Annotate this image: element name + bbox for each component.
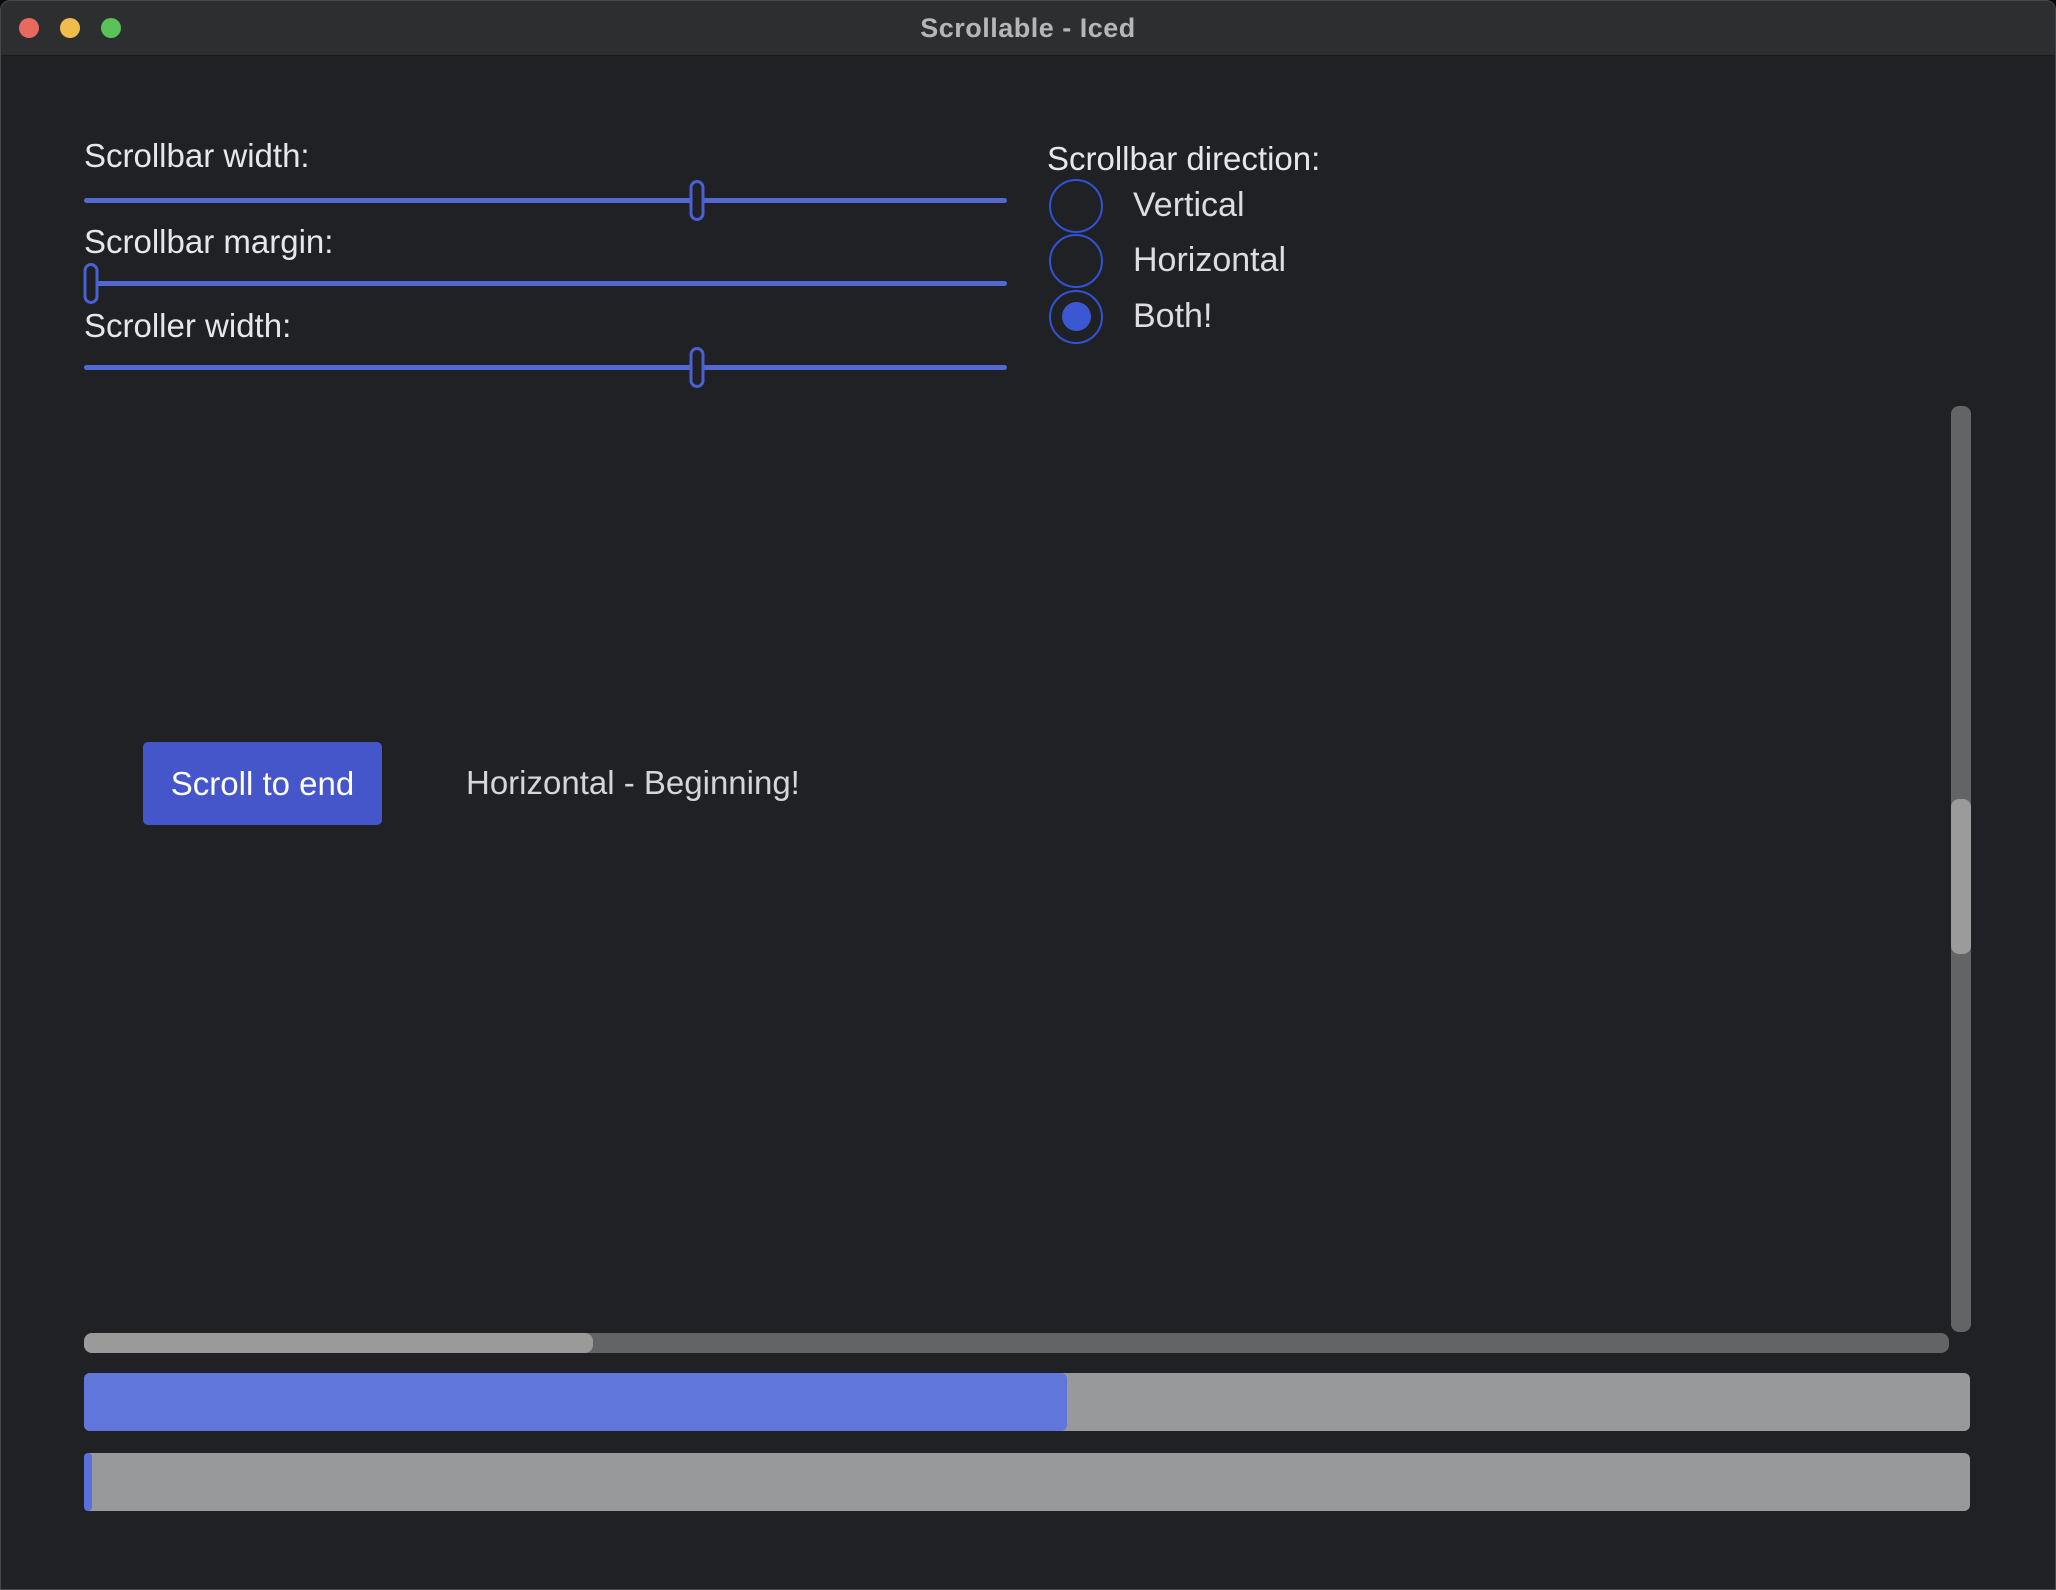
minimize-button[interactable] (60, 18, 80, 38)
horizontal-progress-fill (84, 1373, 1067, 1431)
vertical-progress-fill (84, 1453, 92, 1511)
window-title: Scrollable - Iced (1, 1, 2055, 55)
radio-label[interactable]: Both! (1133, 297, 1212, 336)
radio-option-both[interactable]: Both! (1049, 289, 1212, 344)
slider-rail[interactable] (84, 198, 1007, 203)
maximize-button[interactable] (101, 18, 121, 38)
radio-dot-icon (1062, 302, 1091, 331)
radio-button-icon[interactable] (1049, 179, 1103, 233)
titlebar: Scrollable - Iced (1, 1, 2055, 56)
horizontal-scrollbar-track[interactable] (84, 1333, 1949, 1353)
close-button[interactable] (19, 18, 39, 38)
scroller-width-label: Scroller width: (84, 306, 291, 346)
radio-option-horizontal[interactable]: Horizontal (1049, 233, 1286, 288)
app-window: Scrollable - Iced Scrollbar width: Scrol… (0, 0, 2056, 1590)
horizontal-progress-bar (84, 1373, 1970, 1431)
scroller-width-slider[interactable] (84, 347, 1007, 388)
radio-button-icon[interactable] (1049, 234, 1103, 288)
vertical-progress-bar (84, 1453, 1970, 1511)
radio-button-icon[interactable] (1049, 290, 1103, 344)
scrollbar-direction-label: Scrollbar direction: (1047, 139, 1320, 179)
vertical-scrollbar-thumb[interactable] (1951, 799, 1971, 955)
horizontal-scrollbar-thumb[interactable] (84, 1333, 593, 1353)
radio-label[interactable]: Horizontal (1133, 241, 1286, 280)
radio-option-vertical[interactable]: Vertical (1049, 178, 1245, 233)
scrollbar-margin-label: Scrollbar margin: (84, 222, 333, 262)
scrollbar-width-label: Scrollbar width: (84, 136, 310, 176)
scrollbar-margin-slider[interactable] (84, 263, 1007, 304)
slider-rail[interactable] (84, 365, 1007, 370)
scroll-to-end-button[interactable]: Scroll to end (143, 742, 382, 825)
slider-handle[interactable] (84, 263, 99, 304)
scroll-status-text: Horizontal - Beginning! (466, 763, 800, 803)
vertical-scrollbar-track[interactable] (1951, 406, 1971, 1332)
slider-handle[interactable] (689, 180, 704, 221)
slider-handle[interactable] (689, 347, 704, 388)
scrollbar-width-slider[interactable] (84, 180, 1007, 221)
radio-label[interactable]: Vertical (1133, 186, 1245, 225)
slider-rail[interactable] (84, 281, 1007, 286)
